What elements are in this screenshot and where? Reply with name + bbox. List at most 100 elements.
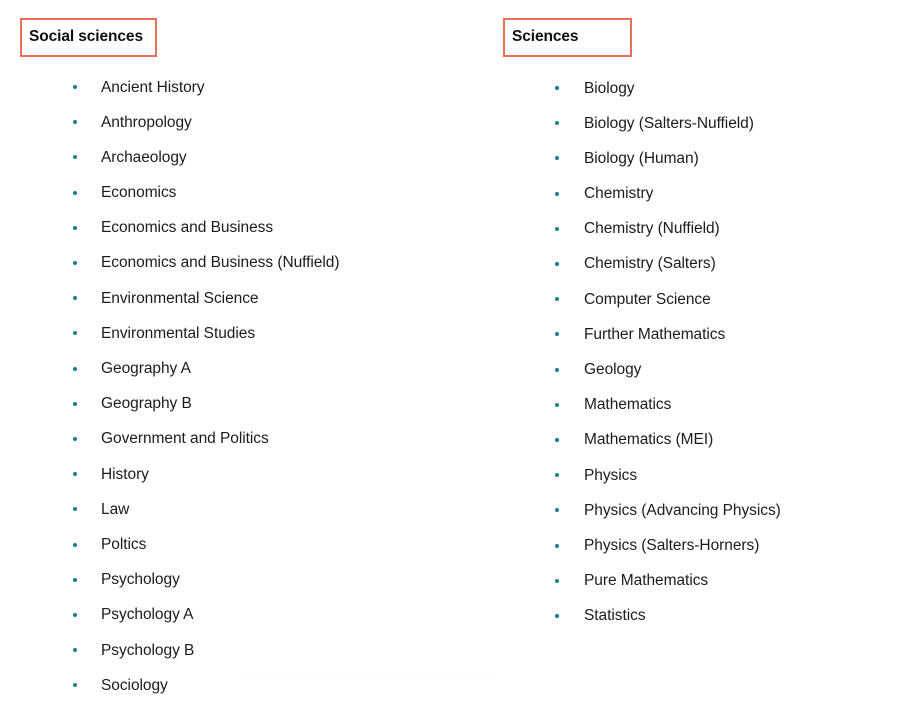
- list-item[interactable]: Geography B: [20, 386, 490, 421]
- bullet-icon: [73, 648, 77, 653]
- list-item[interactable]: Law: [20, 492, 490, 527]
- subject-label: Archaeology: [101, 148, 187, 166]
- subject-label: Environmental Science: [101, 289, 259, 307]
- list-item[interactable]: Environmental Studies: [20, 316, 490, 351]
- subject-label: Geography B: [101, 395, 192, 413]
- bullet-icon: [555, 437, 559, 442]
- bullet-icon: [73, 261, 77, 266]
- subject-label: Geology: [584, 361, 642, 378]
- list-item[interactable]: Mathematics: [503, 387, 903, 422]
- subject-list-sciences: Biology Biology (Salters-Nuffield) Biolo…: [503, 71, 903, 634]
- bullet-icon: [73, 155, 77, 160]
- bullet-icon: [555, 262, 559, 267]
- subject-label: Government and Politics: [101, 430, 269, 448]
- bullet-icon: [73, 507, 77, 512]
- list-item[interactable]: Physics (Salters-Horners): [503, 528, 903, 563]
- subject-label: Physics: [584, 466, 638, 484]
- bullet-icon: [73, 120, 77, 125]
- subject-label: Mathematics: [584, 396, 672, 414]
- list-item[interactable]: Mathematics (MEI): [503, 422, 903, 457]
- list-item[interactable]: Sociology: [20, 668, 490, 703]
- bullet-icon: [555, 156, 559, 161]
- list-item[interactable]: Statistics: [503, 598, 903, 633]
- subject-label: Physics (Salters-Horners): [584, 536, 760, 554]
- bullet-icon: [73, 401, 77, 406]
- bullet-icon: [73, 683, 77, 688]
- list-item[interactable]: Poltics: [20, 527, 490, 562]
- subject-label: Anthropology: [101, 113, 192, 131]
- bullet-icon: [555, 613, 559, 618]
- bullet-icon: [555, 121, 559, 126]
- bullet-icon: [73, 190, 77, 195]
- list-item[interactable]: Pure Mathematics: [503, 563, 903, 598]
- subject-label: Economics and Business: [101, 219, 274, 237]
- bullet-icon: [73, 366, 77, 371]
- bullet-icon: [73, 296, 77, 301]
- list-item[interactable]: Government and Politics: [20, 421, 490, 456]
- subject-label: Law: [101, 500, 130, 518]
- bullet-icon: [73, 612, 77, 617]
- list-item[interactable]: Physics: [503, 458, 903, 493]
- list-item[interactable]: Ancient History: [20, 70, 490, 105]
- section-heading-sciences: Sciences: [503, 18, 632, 57]
- subject-label: Chemistry (Salters): [584, 255, 716, 273]
- list-item[interactable]: Chemistry (Nuffield): [503, 211, 903, 246]
- bullet-icon: [555, 578, 559, 583]
- bullet-icon: [73, 472, 77, 477]
- bullet-icon: [73, 331, 77, 336]
- list-item[interactable]: Psychology A: [20, 597, 490, 632]
- list-item[interactable]: Computer Science: [503, 282, 903, 317]
- list-item[interactable]: Further Mathematics: [503, 317, 903, 352]
- subject-label: Sociology: [101, 676, 168, 694]
- bullet-icon: [555, 191, 559, 196]
- subject-label: Statistics: [584, 607, 646, 625]
- bullet-icon: [555, 332, 559, 337]
- bullet-icon: [73, 577, 77, 582]
- list-item[interactable]: Economics: [20, 175, 490, 210]
- subject-label: Ancient History: [101, 78, 205, 96]
- subject-label: Further Mathematics: [584, 325, 726, 343]
- subject-label: Mathematics (MEI): [584, 431, 714, 449]
- bullet-icon: [555, 367, 559, 372]
- subject-label: Psychology: [101, 571, 180, 589]
- list-item[interactable]: Economics and Business: [20, 210, 490, 245]
- list-item[interactable]: Archaeology: [20, 140, 490, 175]
- bullet-icon: [73, 225, 77, 230]
- list-item[interactable]: Anthropology: [20, 105, 490, 140]
- list-item[interactable]: Economics and Business (Nuffield): [20, 245, 490, 280]
- list-item[interactable]: Physics (Advancing Physics): [503, 493, 903, 528]
- bullet-icon: [555, 226, 559, 231]
- list-item[interactable]: History: [20, 457, 490, 492]
- list-item[interactable]: Environmental Science: [20, 281, 490, 316]
- subject-label: Biology (Human): [584, 149, 699, 167]
- subject-label: Pure Mathematics: [584, 572, 709, 590]
- list-item[interactable]: Psychology: [20, 562, 490, 597]
- list-item[interactable]: Biology (Salters-Nuffield): [503, 106, 903, 141]
- subject-label: Psychology A: [101, 606, 194, 624]
- bullet-icon: [555, 508, 559, 513]
- subject-label: Biology: [584, 79, 635, 97]
- list-item[interactable]: Chemistry (Salters): [503, 246, 903, 281]
- subject-label: Economics and Business (Nuffield): [101, 254, 340, 272]
- subject-label: Chemistry (Nuffield): [584, 220, 720, 238]
- subject-label: Environmental Studies: [101, 324, 256, 342]
- subject-label: Biology (Salters-Nuffield): [584, 114, 754, 132]
- list-item[interactable]: Geology: [503, 352, 903, 387]
- list-item[interactable]: Biology: [503, 71, 903, 106]
- list-item[interactable]: Biology (Human): [503, 141, 903, 176]
- list-item[interactable]: Psychology B: [20, 633, 490, 668]
- bullet-icon: [555, 473, 559, 478]
- subject-label: Geography A: [101, 360, 191, 377]
- bullet-icon: [73, 85, 77, 90]
- list-item[interactable]: Geography A: [20, 351, 490, 386]
- list-item[interactable]: Chemistry: [503, 176, 903, 211]
- bullet-icon: [73, 542, 77, 547]
- column-sciences: Sciences Biology Biology (Salters-Nuffie…: [503, 0, 903, 634]
- subject-label: Physics (Advancing Physics): [584, 501, 781, 519]
- bullet-icon: [555, 402, 559, 407]
- bullet-icon: [73, 436, 77, 441]
- bullet-icon: [555, 297, 559, 302]
- subject-list-social-sciences: Ancient History Anthropology Archaeology…: [20, 70, 490, 703]
- subject-label: History: [101, 465, 149, 483]
- subject-label: Economics: [101, 184, 177, 202]
